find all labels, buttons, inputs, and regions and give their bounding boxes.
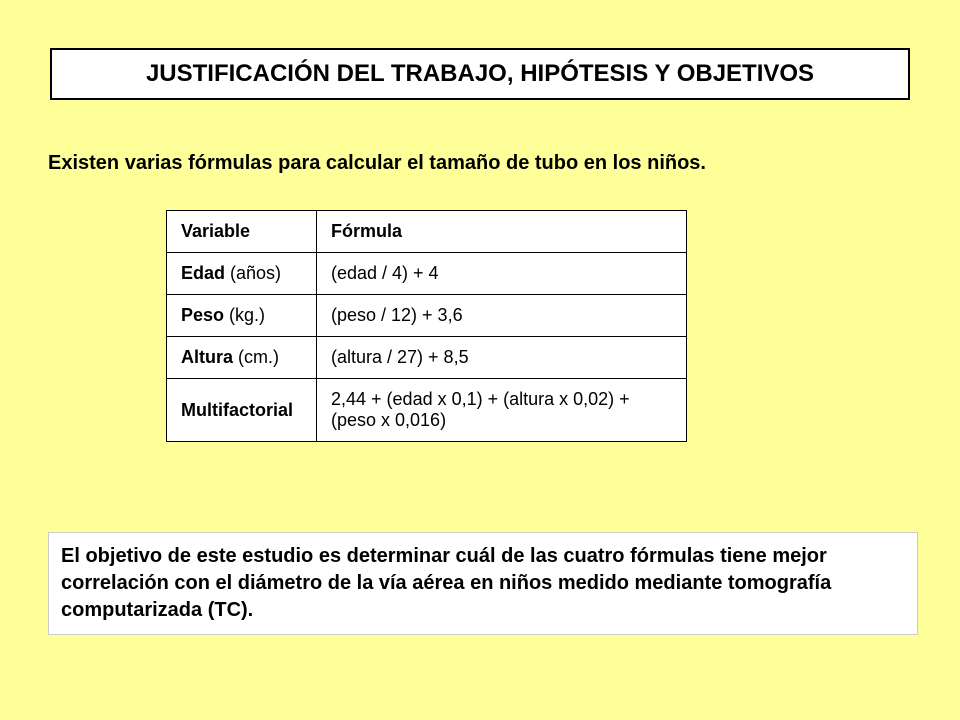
title-box: JUSTIFICACIÓN DEL TRABAJO, HIPÓTESIS Y O… — [50, 48, 910, 100]
variable-cell: Edad (años) — [167, 253, 317, 295]
objective-text: El objetivo de este estudio es determina… — [61, 545, 831, 621]
formula-table: Variable Fórmula Edad (años) (edad / 4) … — [166, 210, 687, 442]
variable-label: Altura — [181, 347, 233, 367]
variable-unit: (años) — [225, 263, 281, 283]
formula-cell: (edad / 4) + 4 — [317, 253, 687, 295]
variable-cell: Multifactorial — [167, 379, 317, 442]
formula-cell: (peso / 12) + 3,6 — [317, 295, 687, 337]
variable-label: Multifactorial — [181, 400, 293, 420]
page-title: JUSTIFICACIÓN DEL TRABAJO, HIPÓTESIS Y O… — [146, 60, 814, 87]
header-variable: Variable — [167, 211, 317, 253]
formula-cell: 2,44 + (edad x 0,1) + (altura x 0,02) + … — [317, 379, 687, 442]
intro-text: Existen varias fórmulas para calcular el… — [48, 152, 706, 175]
variable-unit: (cm.) — [233, 347, 279, 367]
objective-box: El objetivo de este estudio es determina… — [48, 532, 918, 635]
table-row: Edad (años) (edad / 4) + 4 — [167, 253, 687, 295]
variable-unit: (kg.) — [224, 305, 265, 325]
table-row: Peso (kg.) (peso / 12) + 3,6 — [167, 295, 687, 337]
header-formula: Fórmula — [317, 211, 687, 253]
formula-cell: (altura / 27) + 8,5 — [317, 337, 687, 379]
variable-cell: Altura (cm.) — [167, 337, 317, 379]
variable-cell: Peso (kg.) — [167, 295, 317, 337]
table-header-row: Variable Fórmula — [167, 211, 687, 253]
table-row: Altura (cm.) (altura / 27) + 8,5 — [167, 337, 687, 379]
table-row: Multifactorial 2,44 + (edad x 0,1) + (al… — [167, 379, 687, 442]
variable-label: Edad — [181, 263, 225, 283]
variable-label: Peso — [181, 305, 224, 325]
